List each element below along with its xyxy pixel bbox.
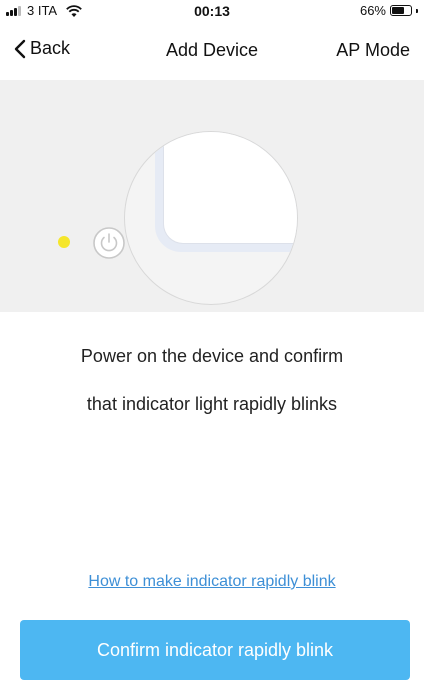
- device-zoom-circle: [124, 131, 298, 305]
- help-link[interactable]: How to make indicator rapidly blink: [0, 573, 424, 591]
- indicator-light-icon: [58, 236, 70, 248]
- device-illustration: [0, 80, 424, 312]
- battery-cap: [416, 8, 418, 13]
- ap-mode-button[interactable]: AP Mode: [336, 40, 410, 61]
- battery-percent: 66%: [359, 3, 386, 18]
- battery-icon: [390, 5, 412, 16]
- power-icon: [93, 227, 125, 259]
- status-bar: 3 ITA 00:13 66%: [0, 0, 424, 22]
- nav-bar: Back Add Device AP Mode: [0, 22, 424, 80]
- instruction-line-2: that indicator light rapidly blinks: [86, 394, 338, 414]
- device-face: [163, 132, 297, 244]
- device-body: [155, 132, 297, 252]
- status-right: 66%: [360, 3, 418, 18]
- instruction-line-1: Power on the device and confirm: [80, 346, 344, 366]
- confirm-button[interactable]: Confirm indicator rapidly blink: [20, 620, 410, 680]
